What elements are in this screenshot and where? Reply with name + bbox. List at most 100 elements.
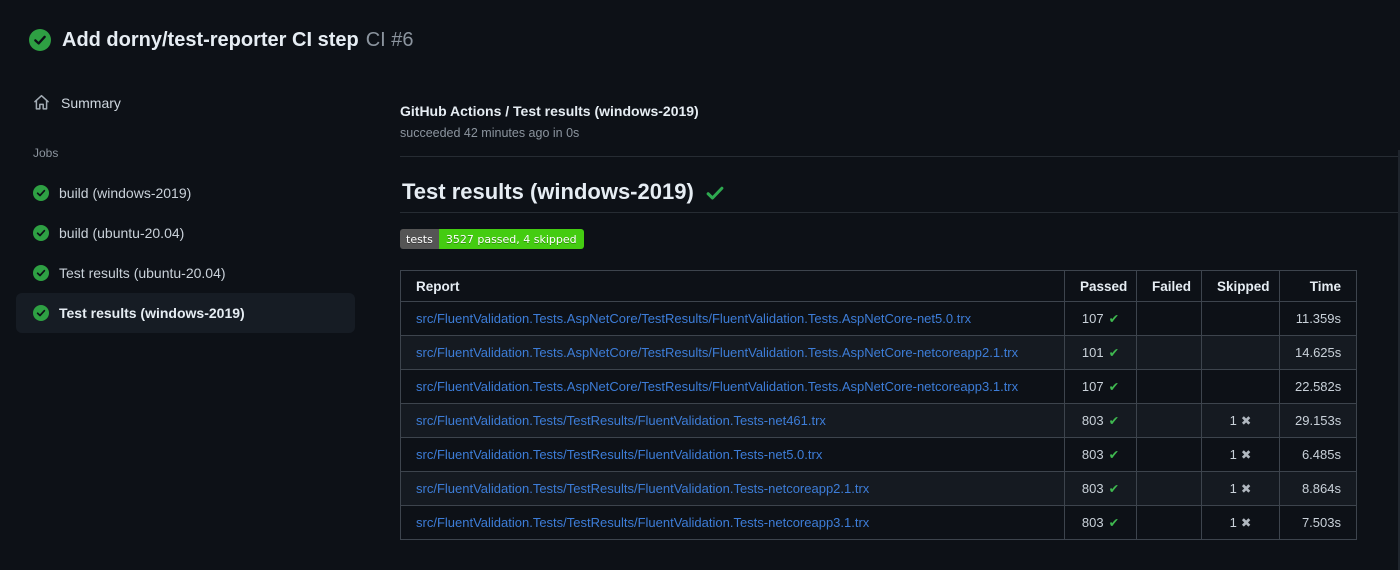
failed-cell <box>1136 335 1202 370</box>
failed-cell <box>1136 403 1202 438</box>
skipped-cell <box>1201 301 1280 336</box>
passed-cell: 803 ✔ <box>1064 437 1137 472</box>
report-link[interactable]: src/FluentValidation.Tests/TestResults/F… <box>416 413 826 428</box>
report-link[interactable]: src/FluentValidation.Tests/TestResults/F… <box>416 447 822 462</box>
column-header-passed: Passed <box>1064 270 1137 302</box>
skipped-cell: 1 ✖ <box>1201 403 1280 438</box>
job-success-check-circle-icon <box>33 305 49 321</box>
job-success-check-circle-icon <box>33 185 49 201</box>
passed-check-icon: ✔ <box>1108 345 1120 360</box>
passed-cell: 101 ✔ <box>1064 335 1137 370</box>
skipped-x-icon: ✖ <box>1240 481 1252 496</box>
failed-cell <box>1136 437 1202 472</box>
divider <box>400 156 1400 157</box>
table-row: src/FluentValidation.Tests/TestResults/F… <box>400 437 1357 472</box>
passed-check-icon: ✔ <box>1108 481 1120 496</box>
section-success-check-icon <box>705 181 725 203</box>
column-header-time: Time <box>1279 270 1357 302</box>
passed-check-icon: ✔ <box>1108 379 1120 394</box>
skipped-count: 1 <box>1229 481 1237 496</box>
failed-cell <box>1136 369 1202 404</box>
skipped-count: 1 <box>1229 447 1237 462</box>
skipped-cell: 1 ✖ <box>1201 437 1280 472</box>
sidebar-job-item[interactable]: Test results (windows-2019) <box>16 293 355 333</box>
sidebar-job-item[interactable]: Test results (ubuntu-20.04) <box>16 253 355 293</box>
passed-count: 107 <box>1081 311 1104 326</box>
table-row: src/FluentValidation.Tests/TestResults/F… <box>400 403 1357 438</box>
failed-cell <box>1136 301 1202 336</box>
column-header-skipped: Skipped <box>1201 270 1280 302</box>
home-icon <box>33 94 50 111</box>
passed-count: 803 <box>1081 481 1104 496</box>
report-link[interactable]: src/FluentValidation.Tests/TestResults/F… <box>416 481 869 496</box>
skipped-cell <box>1201 369 1280 404</box>
skipped-x-icon: ✖ <box>1240 413 1252 428</box>
breadcrumb: GitHub Actions / Test results (windows-2… <box>400 103 699 119</box>
job-label: Test results (ubuntu-20.04) <box>59 265 226 281</box>
skipped-cell: 1 ✖ <box>1201 505 1280 540</box>
failed-cell <box>1136 505 1202 540</box>
failed-cell <box>1136 471 1202 506</box>
report-cell: src/FluentValidation.Tests.AspNetCore/Te… <box>400 369 1065 404</box>
time-cell: 7.503s <box>1279 505 1357 540</box>
run-title-text: Add dorny/test-reporter CI step <box>62 29 359 51</box>
table-body: src/FluentValidation.Tests.AspNetCore/Te… <box>400 301 1357 540</box>
time-cell: 8.864s <box>1279 471 1357 506</box>
passed-check-icon: ✔ <box>1108 413 1120 428</box>
run-number: CI #6 <box>365 29 414 51</box>
skipped-x-icon: ✖ <box>1240 515 1252 530</box>
time-cell: 29.153s <box>1279 403 1357 438</box>
jobs-section-label: Jobs <box>33 146 59 160</box>
divider <box>400 212 1400 213</box>
passed-count: 101 <box>1081 345 1104 360</box>
passed-cell: 107 ✔ <box>1064 301 1137 336</box>
tests-badge: tests 3527 passed, 4 skipped <box>400 229 584 249</box>
passed-check-icon: ✔ <box>1108 311 1120 326</box>
sidebar-job-item[interactable]: build (windows-2019) <box>16 173 355 213</box>
table-row: src/FluentValidation.Tests/TestResults/F… <box>400 471 1357 506</box>
job-label: build (ubuntu-20.04) <box>59 225 185 241</box>
passed-cell: 803 ✔ <box>1064 403 1137 438</box>
report-cell: src/FluentValidation.Tests/TestResults/F… <box>400 505 1065 540</box>
jobs-list: build (windows-2019) build (ubuntu-20.04… <box>16 173 355 333</box>
job-success-check-circle-icon <box>33 265 49 281</box>
column-header-report: Report <box>400 270 1065 302</box>
time-cell: 11.359s <box>1279 301 1357 336</box>
time-cell: 14.625s <box>1279 335 1357 370</box>
job-label: Test results (windows-2019) <box>59 305 245 321</box>
passed-count: 803 <box>1081 413 1104 428</box>
section-title: Test results (windows-2019) <box>402 179 725 205</box>
table-header-row: Report Passed Failed Skipped Time <box>400 270 1357 302</box>
tests-badge-value: 3527 passed, 4 skipped <box>438 229 584 249</box>
sidebar-item-summary[interactable]: Summary <box>33 94 121 111</box>
report-cell: src/FluentValidation.Tests.AspNetCore/Te… <box>400 335 1065 370</box>
skipped-cell: 1 ✖ <box>1201 471 1280 506</box>
passed-cell: 803 ✔ <box>1064 505 1137 540</box>
passed-cell: 107 ✔ <box>1064 369 1137 404</box>
report-link[interactable]: src/FluentValidation.Tests/TestResults/F… <box>416 515 869 530</box>
column-header-failed: Failed <box>1136 270 1202 302</box>
table-row: src/FluentValidation.Tests.AspNetCore/Te… <box>400 301 1357 336</box>
report-link[interactable]: src/FluentValidation.Tests.AspNetCore/Te… <box>416 379 1018 394</box>
report-link[interactable]: src/FluentValidation.Tests.AspNetCore/Te… <box>416 311 971 326</box>
skipped-cell <box>1201 335 1280 370</box>
section-title-text: Test results (windows-2019) <box>402 179 694 204</box>
status-line: succeeded 42 minutes ago in 0s <box>400 126 580 140</box>
time-cell: 22.582s <box>1279 369 1357 404</box>
passed-check-icon: ✔ <box>1108 447 1120 462</box>
table-row: src/FluentValidation.Tests.AspNetCore/Te… <box>400 369 1357 404</box>
table-row: src/FluentValidation.Tests/TestResults/F… <box>400 505 1357 540</box>
report-cell: src/FluentValidation.Tests/TestResults/F… <box>400 403 1065 438</box>
skipped-count: 1 <box>1229 413 1237 428</box>
run-title: Add dorny/test-reporter CI step CI #6 <box>62 29 414 52</box>
passed-count: 803 <box>1081 515 1104 530</box>
report-cell: src/FluentValidation.Tests.AspNetCore/Te… <box>400 301 1065 336</box>
passed-check-icon: ✔ <box>1108 515 1120 530</box>
run-status-check-circle-icon <box>29 29 51 51</box>
report-cell: src/FluentValidation.Tests/TestResults/F… <box>400 471 1065 506</box>
sidebar-job-item[interactable]: build (ubuntu-20.04) <box>16 213 355 253</box>
passed-count: 107 <box>1081 379 1104 394</box>
time-cell: 6.485s <box>1279 437 1357 472</box>
report-cell: src/FluentValidation.Tests/TestResults/F… <box>400 437 1065 472</box>
report-link[interactable]: src/FluentValidation.Tests.AspNetCore/Te… <box>416 345 1018 360</box>
